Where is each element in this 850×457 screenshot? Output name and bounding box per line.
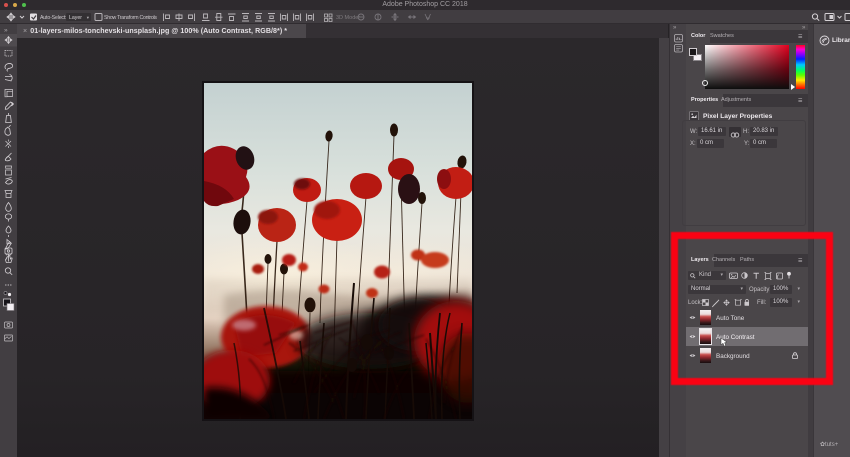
- svg-text:»: »: [4, 27, 8, 34]
- svg-text:3D Mode:: 3D Mode:: [336, 15, 360, 21]
